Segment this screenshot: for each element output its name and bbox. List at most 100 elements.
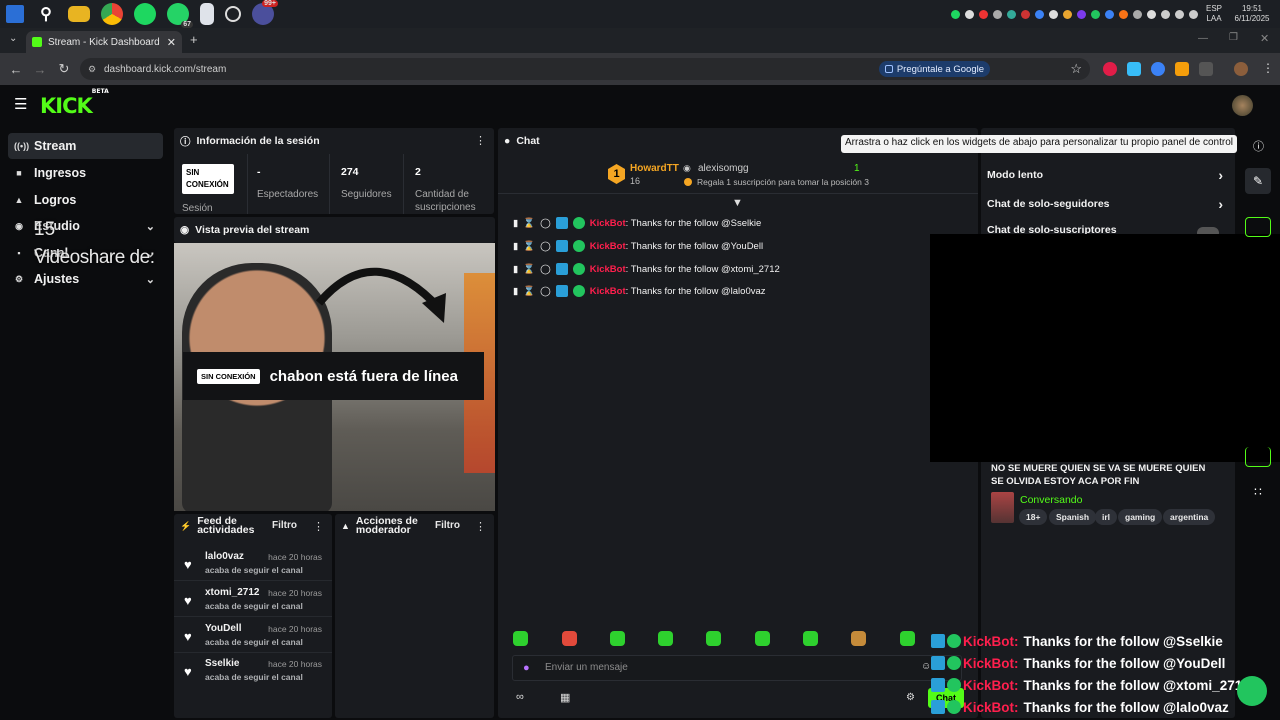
forward-icon[interactable]: → — [32, 62, 48, 77]
widget-toggle-icon[interactable] — [1245, 217, 1271, 237]
followers-only-row[interactable]: Chat de solo-seguidores › — [987, 194, 1227, 214]
browser-tab[interactable]: Stream - Kick Dashboard ✕ — [26, 31, 182, 53]
emote-icon[interactable] — [900, 631, 915, 646]
subs-only-row[interactable]: Chat de solo-suscriptores — [987, 224, 1227, 234]
app-icon[interactable]: 99+ — [252, 0, 278, 25]
category-name[interactable]: Conversando — [1020, 494, 1082, 506]
tray-app-icon[interactable] — [1063, 9, 1072, 19]
feed-filter-button[interactable]: Filtro — [272, 520, 297, 531]
timeout-icon[interactable]: ⌛ — [523, 241, 535, 252]
profile-avatar-icon[interactable] — [1234, 62, 1248, 76]
language-indicator[interactable]: ESP LAA — [1203, 4, 1225, 24]
ban-icon[interactable]: ◯ — [540, 218, 551, 229]
microphone-icon[interactable]: ● — [523, 662, 530, 674]
chat-message[interactable]: ▮ ⌛ ◯ KickBot: Thanks for the follow @YouDe… — [513, 237, 763, 255]
emote-picker-icon[interactable]: ☺ — [921, 661, 931, 672]
timeout-icon[interactable]: ⌛ — [523, 218, 535, 229]
chat-username[interactable]: KickBot — [590, 264, 626, 275]
sidebar-item-ajustes[interactable]: ⚙ Ajustes ⌄ — [8, 266, 163, 292]
tag-spanish[interactable]: Spanish — [1049, 509, 1097, 525]
ban-icon[interactable]: ◯ — [540, 264, 551, 275]
chat-settings-gear-icon[interactable]: ⚙ — [906, 692, 915, 703]
windows-start-icon[interactable] — [6, 5, 24, 23]
extension-icon[interactable] — [1127, 62, 1141, 76]
ask-google-button[interactable]: Pregúntale a Google — [878, 61, 990, 77]
sidebar-item-estudio[interactable]: ◉ Estudio ⌄ — [8, 213, 163, 239]
whatsapp-icon[interactable]: 67 — [167, 3, 193, 28]
delete-icon[interactable]: ▮ — [513, 286, 518, 297]
store-icon[interactable]: ▦ — [560, 691, 570, 704]
bookmark-star-icon[interactable]: ☆ — [1070, 61, 1082, 77]
url-field[interactable]: ⚙ dashboard.kick.com/stream Pregúntale a… — [80, 58, 1090, 80]
bluetooth-icon[interactable] — [993, 9, 1002, 19]
back-icon[interactable]: ← — [8, 62, 24, 77]
chat-input[interactable]: ● Enviar un mensaje ☺ — [512, 655, 962, 681]
ban-icon[interactable]: ◯ — [540, 241, 551, 252]
close-window-icon[interactable]: ✕ — [1260, 32, 1269, 45]
tag-argentina[interactable]: argentina — [1163, 509, 1216, 525]
emote-icon[interactable] — [803, 631, 818, 646]
tray-app-icon[interactable] — [1007, 9, 1016, 19]
feed-row[interactable]: ♥ YouDell hace 20 horas acaba de seguir el … — [174, 619, 332, 653]
spotify-icon[interactable] — [134, 3, 156, 25]
emote-icon[interactable] — [513, 631, 528, 646]
ban-icon[interactable]: ◯ — [540, 286, 551, 297]
feed-row[interactable]: ♥ xtomi_2712 hace 20 horas acaba de seguir … — [174, 583, 332, 617]
search-icon[interactable]: ⚲ — [35, 3, 57, 25]
tray-app-icon[interactable] — [1119, 9, 1128, 19]
delete-icon[interactable]: ▮ — [513, 264, 518, 275]
mod-filter-button[interactable]: Filtro — [435, 520, 460, 531]
tray-app-icon[interactable] — [1049, 9, 1058, 19]
minimize-icon[interactable]: — — [1198, 33, 1208, 44]
connections-widget-icon[interactable]: ∷ — [1245, 479, 1271, 505]
site-info-icon[interactable]: ⚙ — [88, 64, 96, 75]
delete-icon[interactable]: ▮ — [513, 241, 518, 252]
new-tab-icon[interactable]: + — [190, 32, 198, 47]
clock[interactable]: 19:51 6/11/2025 — [1230, 4, 1274, 24]
chat-username[interactable]: KickBot — [590, 218, 626, 229]
clock-app-icon[interactable] — [225, 6, 241, 22]
info-circle-icon[interactable]: ⓘ — [1253, 138, 1264, 154]
hamburger-menu-icon[interactable]: ☰ — [14, 95, 27, 113]
subs-only-toggle[interactable] — [1197, 227, 1219, 234]
emote-icon[interactable] — [658, 631, 673, 646]
delete-icon[interactable]: ▮ — [513, 218, 518, 229]
floating-action-button[interactable] — [1237, 676, 1267, 706]
sidebar-item-stream[interactable]: ((•)) Stream — [8, 133, 163, 159]
more-options-icon[interactable]: ⋮ — [475, 134, 486, 147]
chat-username[interactable]: KickBot — [590, 241, 626, 252]
user-avatar[interactable] — [1232, 95, 1253, 116]
timeout-icon[interactable]: ⌛ — [523, 286, 535, 297]
chat-message[interactable]: ▮ ⌛ ◯ KickBot: Thanks for the follow @Sselk… — [513, 214, 761, 232]
gifter-name[interactable]: alexisomgg — [698, 163, 749, 174]
pinned-filter-icon[interactable]: ▼ — [732, 197, 743, 209]
discord-tray-icon[interactable] — [965, 9, 974, 19]
chat-message[interactable]: ▮ ⌛ ◯ KickBot: Thanks for the follow @xtomi… — [513, 260, 780, 278]
wifi-icon[interactable] — [1175, 9, 1184, 19]
sidebar-item-logros[interactable]: ▲ Logros — [8, 187, 163, 213]
tray-app-icon[interactable] — [1105, 9, 1114, 19]
reload-icon[interactable]: ↻ — [56, 61, 72, 77]
chrome-icon[interactable] — [101, 3, 123, 25]
tag-18plus[interactable]: 18+ — [1019, 509, 1048, 525]
tray-app-icon[interactable] — [979, 9, 988, 19]
widget-toggle-icon[interactable] — [1245, 447, 1271, 467]
tray-app-icon[interactable] — [1035, 9, 1044, 19]
extensions-puzzle-icon[interactable] — [1199, 62, 1213, 76]
browser-menu-icon[interactable]: ⋮ — [1262, 61, 1274, 75]
chat-username[interactable]: KickBot — [590, 286, 626, 297]
slow-mode-row[interactable]: Modo lento › — [987, 165, 1227, 185]
chat-message[interactable]: ▮ ⌛ ◯ KickBot: Thanks for the follow @lalo0… — [513, 282, 766, 300]
tab-search-icon[interactable]: ⌄ — [9, 33, 17, 44]
feed-row[interactable]: ♥ lalo0vaz hace 20 horas acaba de seguir el… — [174, 547, 332, 581]
connections-icon[interactable]: ∞ — [516, 691, 524, 703]
sidebar-item-ingresos[interactable]: ■ Ingresos — [8, 160, 163, 186]
emote-icon[interactable] — [755, 631, 770, 646]
tray-app-icon[interactable] — [1091, 9, 1100, 19]
category-thumbnail[interactable] — [991, 492, 1014, 523]
extension-icon[interactable] — [1175, 62, 1189, 76]
emote-icon[interactable] — [706, 631, 721, 646]
extension-icon[interactable] — [1151, 62, 1165, 76]
tag-gaming[interactable]: gaming — [1118, 509, 1163, 525]
emote-icon[interactable] — [851, 631, 866, 646]
